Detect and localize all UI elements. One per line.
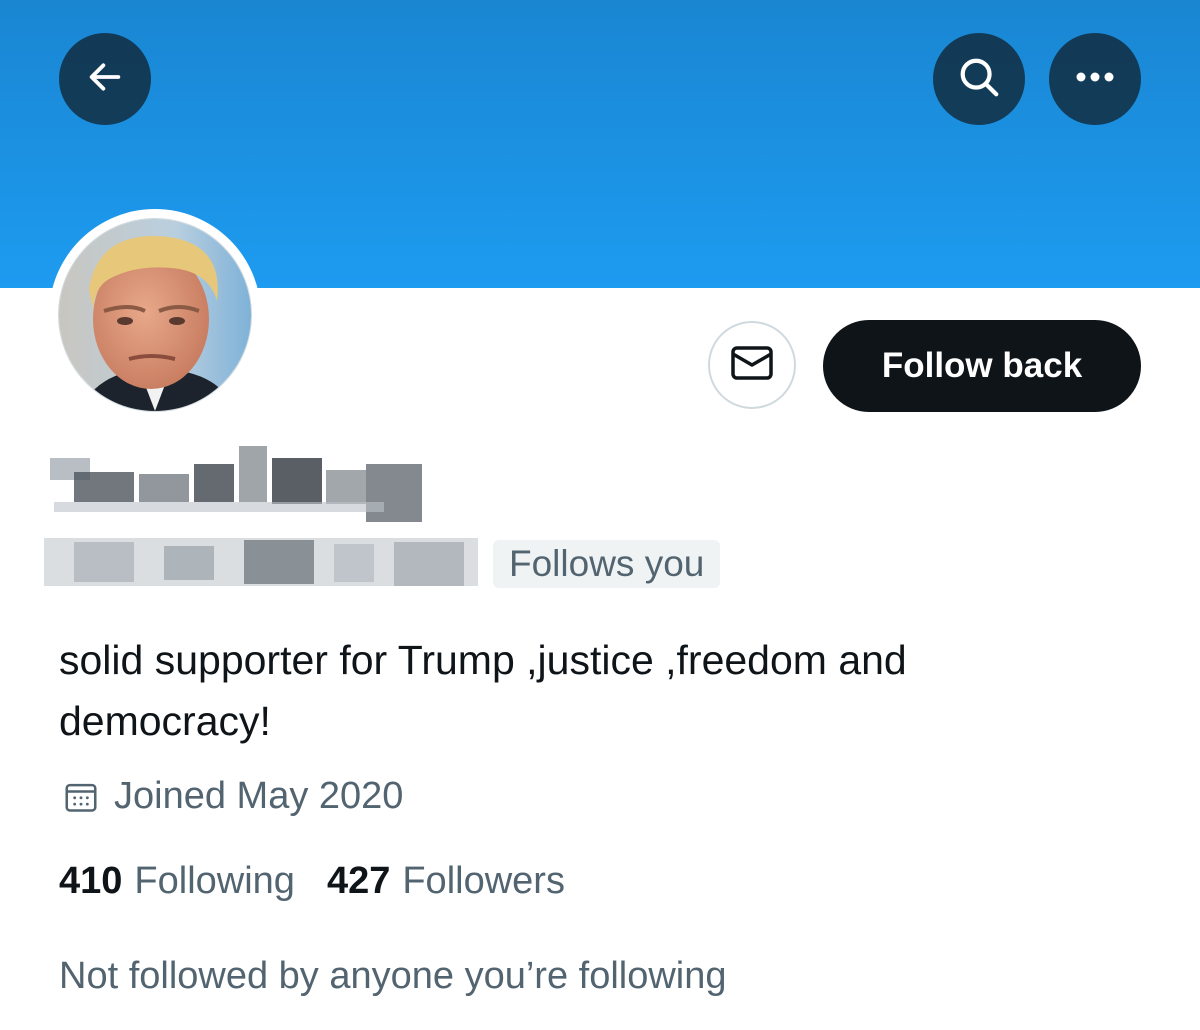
followers-link[interactable]: 427 Followers	[327, 860, 565, 903]
follow-back-button[interactable]: Follow back	[823, 320, 1141, 412]
mutual-followers-text: Not followed by anyone you’re following	[59, 955, 727, 997]
avatar[interactable]	[58, 218, 252, 412]
following-link[interactable]: 410 Following	[59, 860, 295, 903]
redacted-handle	[44, 530, 478, 596]
profile-bio: solid supporter for Trump ,justice ,free…	[59, 637, 907, 744]
mail-icon	[730, 345, 774, 386]
more-horizontal-icon	[1073, 70, 1117, 89]
search-button[interactable]	[933, 33, 1025, 125]
follows-you-badge: Follows you	[493, 540, 721, 588]
redacted-display-name	[44, 444, 428, 524]
calendar-icon	[62, 778, 100, 816]
joined-date: Joined May 2020	[62, 775, 403, 818]
profile-photo	[59, 219, 251, 411]
following-count: 410	[59, 860, 123, 902]
following-label: Following	[134, 860, 295, 902]
message-button[interactable]	[708, 321, 796, 409]
arrow-left-icon	[85, 57, 125, 102]
profile-page: Follow back Follows you solid supporter …	[0, 0, 1200, 1030]
joined-text: Joined May 2020	[114, 775, 404, 817]
followers-count: 427	[326, 860, 391, 902]
back-button[interactable]	[59, 33, 151, 125]
followers-label: Followers	[402, 860, 565, 902]
search-icon	[956, 54, 1002, 105]
more-button[interactable]	[1049, 33, 1141, 125]
follow-stats: 410 Following 427 Followers	[59, 860, 597, 903]
avatar-ring[interactable]	[49, 209, 261, 421]
